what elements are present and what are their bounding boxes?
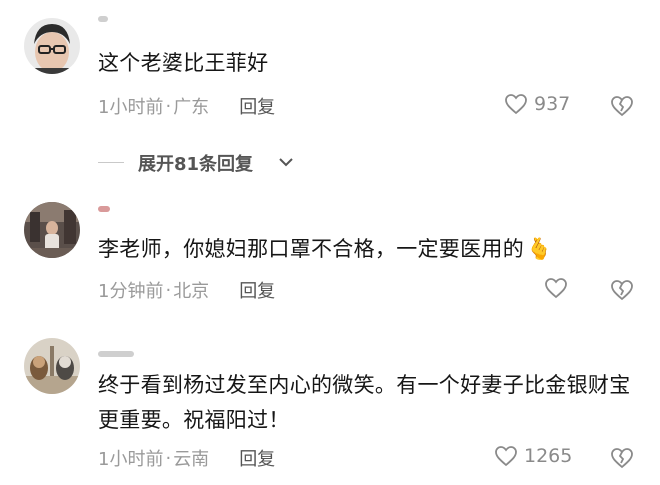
avatar-image bbox=[24, 18, 80, 74]
broken-heart-icon bbox=[611, 448, 633, 469]
expand-divider bbox=[98, 162, 124, 163]
like-button[interactable]: 937 bbox=[504, 93, 570, 115]
comment-time: 1分钟前 bbox=[98, 281, 164, 302]
like-count: 1265 bbox=[524, 445, 573, 467]
comment-text: 这个老婆比王菲好 bbox=[98, 51, 269, 75]
expand-replies-label: 展开81条回复 bbox=[138, 154, 254, 175]
comment-location: 云南 bbox=[173, 449, 210, 470]
hand-emoji: 🫰 bbox=[526, 237, 553, 261]
heart-outline-icon bbox=[495, 446, 517, 467]
reply-button[interactable]: 回复 bbox=[239, 277, 275, 303]
broken-heart-icon bbox=[611, 280, 633, 301]
dislike-button[interactable] bbox=[610, 447, 634, 473]
reply-button[interactable]: 回复 bbox=[239, 445, 275, 471]
comment-meta: 1小时前 · 广东 回复 bbox=[98, 93, 275, 119]
comment-time: 1小时前 bbox=[98, 449, 164, 470]
chevron-down-icon bbox=[279, 158, 293, 167]
comment-meta: 1分钟前 · 北京 回复 bbox=[98, 277, 275, 303]
reply-button[interactable]: 回复 bbox=[239, 93, 275, 119]
dislike-button[interactable] bbox=[610, 279, 634, 305]
username-obscured[interactable] bbox=[98, 16, 108, 22]
avatar[interactable] bbox=[24, 18, 80, 74]
meta-separator: · bbox=[165, 279, 172, 301]
like-count: 937 bbox=[534, 93, 571, 115]
heart-outline-icon bbox=[545, 278, 567, 299]
meta-separator: · bbox=[165, 447, 172, 469]
comment-time: 1小时前 bbox=[98, 97, 164, 118]
comment-location: 北京 bbox=[173, 281, 210, 302]
comment-text: 终于看到杨过发至内心的微笑。有一个好妻子比金银财宝更重要。祝福阳过！ bbox=[98, 373, 631, 432]
avatar-image bbox=[24, 338, 80, 394]
comment-text: 李老师，你媳妇那口罩不合格，一定要医用的🫰 bbox=[98, 237, 553, 261]
expand-replies-button[interactable]: 展开81条回复 bbox=[0, 148, 660, 176]
like-button[interactable] bbox=[544, 277, 574, 299]
comment-location: 广东 bbox=[173, 97, 210, 118]
broken-heart-icon bbox=[611, 96, 633, 117]
meta-separator: · bbox=[165, 95, 172, 117]
dislike-button[interactable] bbox=[610, 95, 634, 121]
heart-outline-icon bbox=[505, 94, 527, 115]
comment-meta: 1小时前 · 云南 回复 bbox=[98, 445, 275, 471]
like-button[interactable]: 1265 bbox=[494, 445, 572, 467]
username-obscured[interactable] bbox=[98, 351, 134, 357]
username-obscured[interactable] bbox=[98, 206, 110, 212]
avatar[interactable] bbox=[24, 202, 80, 258]
avatar-image bbox=[24, 202, 80, 258]
avatar[interactable] bbox=[24, 338, 80, 394]
